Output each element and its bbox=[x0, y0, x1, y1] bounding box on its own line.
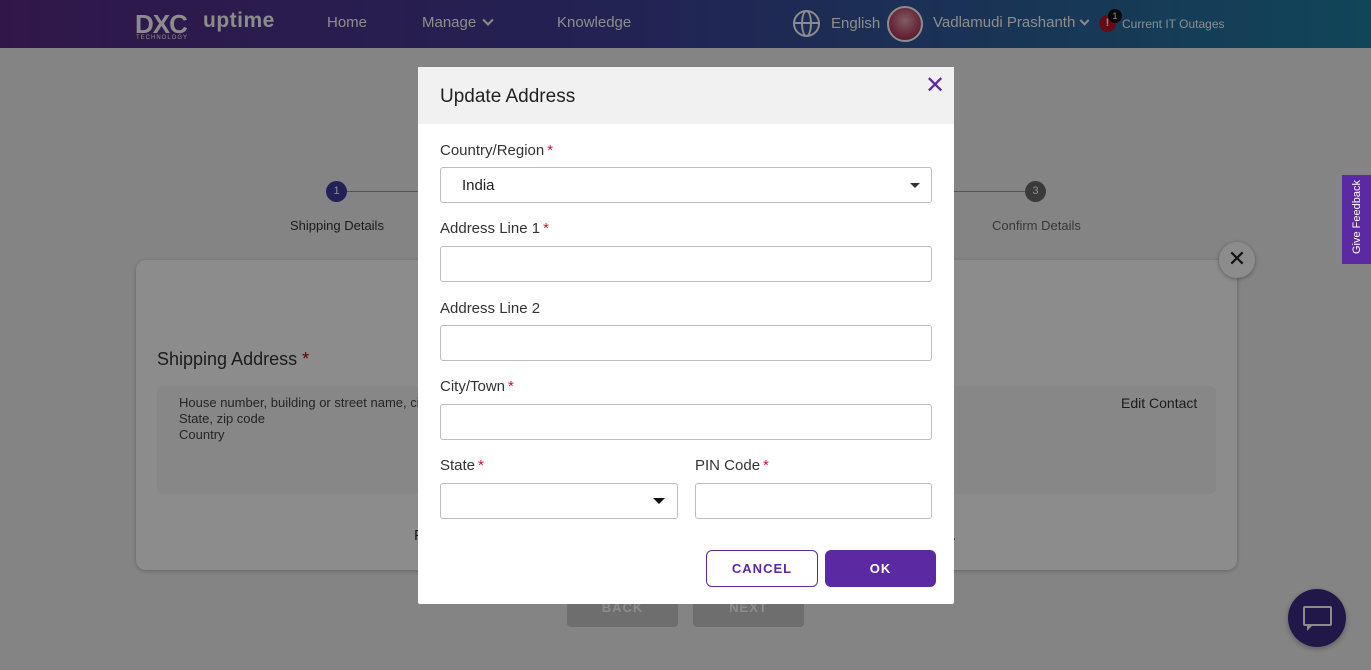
country-select[interactable]: India bbox=[440, 167, 932, 203]
state-label-text: State bbox=[440, 457, 476, 474]
required-mark: * bbox=[478, 457, 484, 474]
cancel-button[interactable]: CANCEL bbox=[706, 550, 818, 587]
ok-button[interactable]: OK bbox=[825, 550, 936, 587]
country-label: Country/Region * bbox=[440, 142, 553, 159]
state-select[interactable] bbox=[440, 483, 678, 519]
pin-code-label-text: PIN Code bbox=[695, 457, 761, 474]
required-mark: * bbox=[508, 378, 514, 395]
address-line-1-label: Address Line 1 * bbox=[440, 220, 549, 237]
country-label-text: Country/Region bbox=[440, 142, 545, 159]
caret-down-icon bbox=[910, 183, 920, 188]
city-label: City/Town * bbox=[440, 378, 514, 395]
give-feedback-label: Give Feedback bbox=[1351, 180, 1363, 254]
country-value: India bbox=[462, 177, 495, 194]
close-icon[interactable]: ✕ bbox=[925, 74, 945, 98]
required-mark: * bbox=[543, 220, 549, 237]
city-input[interactable] bbox=[440, 404, 932, 440]
give-feedback-tab[interactable]: Give Feedback bbox=[1342, 175, 1371, 264]
update-address-dialog: Update Address ✕ Country/Region * India A… bbox=[418, 67, 954, 604]
pin-code-input[interactable] bbox=[695, 483, 932, 519]
address-line-2-label-text: Address Line 2 bbox=[440, 300, 541, 317]
required-mark: * bbox=[547, 142, 554, 159]
dialog-header: Update Address ✕ bbox=[418, 67, 954, 124]
state-label: State * bbox=[440, 457, 484, 474]
address-line-1-input[interactable] bbox=[440, 246, 932, 282]
pin-code-label: PIN Code * bbox=[695, 457, 769, 474]
caret-down-icon bbox=[653, 498, 665, 504]
dialog-title: Update Address bbox=[440, 86, 576, 107]
city-label-text: City/Town bbox=[440, 378, 506, 395]
address-line-2-label: Address Line 2 bbox=[440, 300, 540, 317]
required-mark: * bbox=[763, 457, 769, 474]
address-line-2-input[interactable] bbox=[440, 325, 932, 361]
address-line-1-label-text: Address Line 1 bbox=[440, 220, 541, 237]
